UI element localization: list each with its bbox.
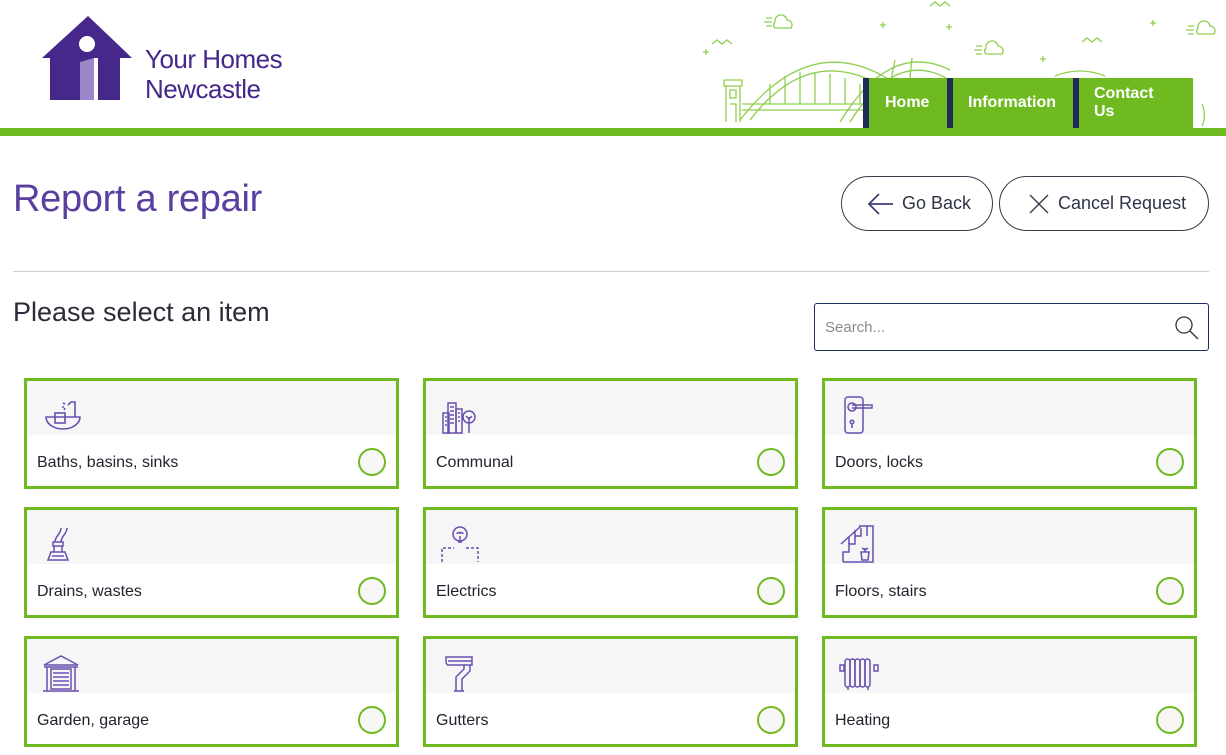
- radiator-icon: [839, 658, 879, 690]
- item-card-floors-stairs[interactable]: Floors, stairs: [822, 507, 1197, 618]
- item-card-garden-garage[interactable]: Garden, garage: [24, 636, 399, 747]
- divider: [13, 271, 1209, 272]
- search-icon[interactable]: [1174, 315, 1200, 341]
- main-nav: Home Information Contact Us: [863, 78, 1193, 128]
- item-card-doors-locks[interactable]: Doors, locks: [822, 378, 1197, 489]
- nav-contact-us[interactable]: Contact Us: [1073, 78, 1193, 128]
- house-logo-icon: [42, 16, 132, 100]
- arrow-left-icon: [867, 192, 893, 215]
- item-card-communal[interactable]: Communal: [423, 378, 798, 489]
- gutter-icon: [445, 656, 473, 692]
- item-radio[interactable]: [358, 706, 386, 734]
- brand-line-2: Newcastle: [145, 74, 261, 104]
- logo[interactable]: Your Homes Newcastle: [42, 14, 302, 106]
- close-icon: [1029, 194, 1049, 213]
- nav-information[interactable]: Information: [947, 78, 1073, 128]
- brand-line-1: Your Homes: [145, 44, 283, 74]
- card-icon-area: [27, 381, 396, 435]
- page-title: Report a repair: [13, 178, 262, 220]
- item-radio[interactable]: [1156, 577, 1184, 605]
- garage-icon: [43, 655, 79, 692]
- card-icon-area: [825, 381, 1194, 435]
- card-icon-area: [825, 639, 1194, 693]
- go-back-label: Go Back: [902, 193, 972, 213]
- drain-pipe-icon: [46, 527, 70, 561]
- item-label: Baths, basins, sinks: [37, 454, 179, 471]
- search-box: [814, 303, 1209, 351]
- item-card-heating[interactable]: Heating: [822, 636, 1197, 747]
- item-label: Electrics: [436, 583, 497, 600]
- card-icon-area: [27, 639, 396, 693]
- search-input[interactable]: [825, 304, 1165, 350]
- item-label: Gutters: [436, 712, 489, 729]
- bath-icon: [45, 401, 81, 430]
- header-accent-bar: [0, 128, 1226, 136]
- card-icon-area: [426, 510, 795, 564]
- item-label: Communal: [436, 454, 514, 471]
- cancel-request-button[interactable]: Cancel Request: [999, 176, 1209, 231]
- card-icon-area: [426, 381, 795, 435]
- item-card-baths-basins-sinks[interactable]: Baths, basins, sinks: [24, 378, 399, 489]
- item-card-gutters[interactable]: Gutters: [423, 636, 798, 747]
- section-subtitle: Please select an item: [13, 297, 270, 327]
- item-radio[interactable]: [1156, 448, 1184, 476]
- card-icon-area: [426, 639, 795, 693]
- item-label: Doors, locks: [835, 454, 924, 471]
- item-label: Heating: [835, 712, 891, 729]
- card-icon-area: [27, 510, 396, 564]
- item-card-drains-wastes[interactable]: Drains, wastes: [24, 507, 399, 618]
- item-radio[interactable]: [757, 448, 785, 476]
- nav-home[interactable]: Home: [863, 78, 947, 128]
- stairs-icon: [840, 525, 874, 563]
- item-label: Garden, garage: [37, 712, 150, 729]
- item-radio[interactable]: [1156, 706, 1184, 734]
- door-handle-icon: [844, 396, 873, 434]
- item-label: Drains, wastes: [37, 583, 142, 600]
- item-radio[interactable]: [358, 577, 386, 605]
- cancel-request-label: Cancel Request: [1058, 193, 1187, 213]
- go-back-button[interactable]: Go Back: [841, 176, 993, 231]
- card-icon-area: [825, 510, 1194, 564]
- item-radio[interactable]: [757, 577, 785, 605]
- light-bulb-icon: [441, 526, 479, 562]
- item-radio[interactable]: [757, 706, 785, 734]
- item-radio[interactable]: [358, 448, 386, 476]
- site-header: Your Homes Newcastle Home Information Co…: [0, 0, 1226, 136]
- item-card-electrics[interactable]: Electrics: [423, 507, 798, 618]
- brand-name: Your Homes Newcastle: [145, 44, 283, 104]
- building-tree-icon: [442, 402, 476, 434]
- item-label: Floors, stairs: [835, 583, 927, 600]
